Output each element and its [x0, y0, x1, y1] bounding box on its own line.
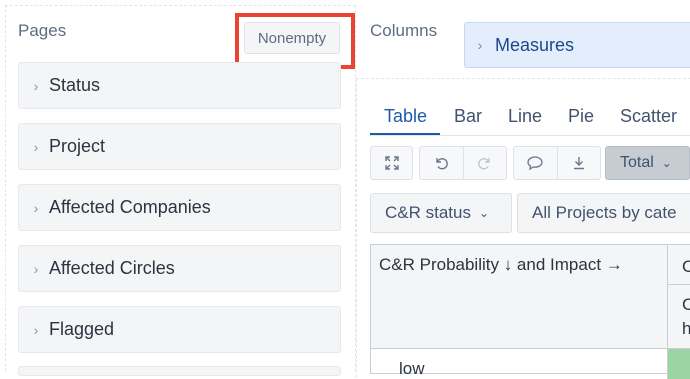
table-corner-header: C&R Probability ↓ and Impact → — [371, 245, 668, 349]
pages-title: Pages — [18, 21, 67, 40]
redo-icon — [477, 158, 490, 170]
chevron-down-icon: ⌄ — [478, 206, 490, 220]
tab-line[interactable]: Line — [508, 106, 542, 134]
measures-dimension[interactable]: › Measures — [464, 22, 690, 68]
page-item-affected-companies[interactable]: › Affected Companies — [18, 184, 341, 231]
tab-scatter[interactable]: Scatter — [620, 106, 677, 134]
chevron-right-icon: › — [33, 77, 39, 94]
chevron-right-icon: › — [477, 37, 483, 53]
column-subheader-line: C — [682, 293, 690, 317]
comment-icon — [527, 156, 543, 171]
chevron-down-icon: ⌄ — [661, 156, 672, 170]
columns-title: Columns — [370, 21, 438, 40]
undo-icon — [436, 158, 449, 170]
cr-status-label: C&R status — [385, 203, 471, 222]
total-label: Total — [620, 154, 654, 171]
chevron-right-icon: › — [33, 199, 39, 216]
page-item-flagged[interactable]: › Flagged — [18, 306, 341, 353]
chevron-right-icon: › — [33, 138, 39, 155]
chevron-right-icon: › — [33, 321, 39, 338]
download-icon — [573, 157, 584, 170]
column-header[interactable]: C — [668, 245, 690, 285]
total-dropdown[interactable]: Total ⌄ — [605, 146, 690, 180]
page-item-partial — [18, 366, 341, 376]
projects-dropdown[interactable]: All Projects by cate — [517, 193, 690, 233]
page-item-label: Flagged — [49, 319, 115, 339]
nonempty-button[interactable]: Nonempty — [244, 22, 340, 54]
tabs-divider — [370, 135, 690, 136]
report-table: C&R Probability ↓ and Impact → C C h low — [370, 244, 690, 379]
tab-table[interactable]: Table — [384, 106, 427, 134]
fullscreen-group — [370, 146, 413, 180]
fullscreen-icon — [384, 156, 399, 170]
row-header[interactable]: low — [371, 349, 668, 379]
share-group — [513, 146, 601, 180]
chevron-right-icon: › — [33, 260, 39, 277]
page-item-affected-circles[interactable]: › Affected Circles — [18, 245, 341, 292]
tab-pie[interactable]: Pie — [568, 106, 594, 134]
page-item-status[interactable]: › Status — [18, 62, 341, 109]
redo-button[interactable] — [462, 147, 507, 179]
page-item-label: Affected Companies — [49, 197, 211, 217]
column-subheader[interactable]: C h — [668, 285, 690, 349]
page-item-label: Project — [49, 136, 106, 156]
page-item-label: Status — [49, 75, 101, 95]
comment-button[interactable] — [514, 147, 557, 179]
projects-label: All Projects by cate — [532, 203, 677, 222]
fullscreen-button[interactable] — [371, 147, 412, 179]
undo-button[interactable] — [420, 147, 463, 179]
measures-label: Measures — [495, 34, 575, 55]
tab-bar[interactable]: Bar — [454, 106, 482, 134]
cr-status-dropdown[interactable]: C&R status ⌄ — [370, 193, 512, 233]
page-item-project[interactable]: › Project — [18, 123, 341, 170]
column-subheader-line: h — [682, 317, 690, 341]
active-tab-indicator — [370, 133, 440, 135]
history-group — [419, 146, 507, 180]
table-cell[interactable] — [668, 349, 690, 379]
download-button[interactable] — [556, 147, 601, 179]
page-item-label: Affected Circles — [49, 258, 175, 278]
